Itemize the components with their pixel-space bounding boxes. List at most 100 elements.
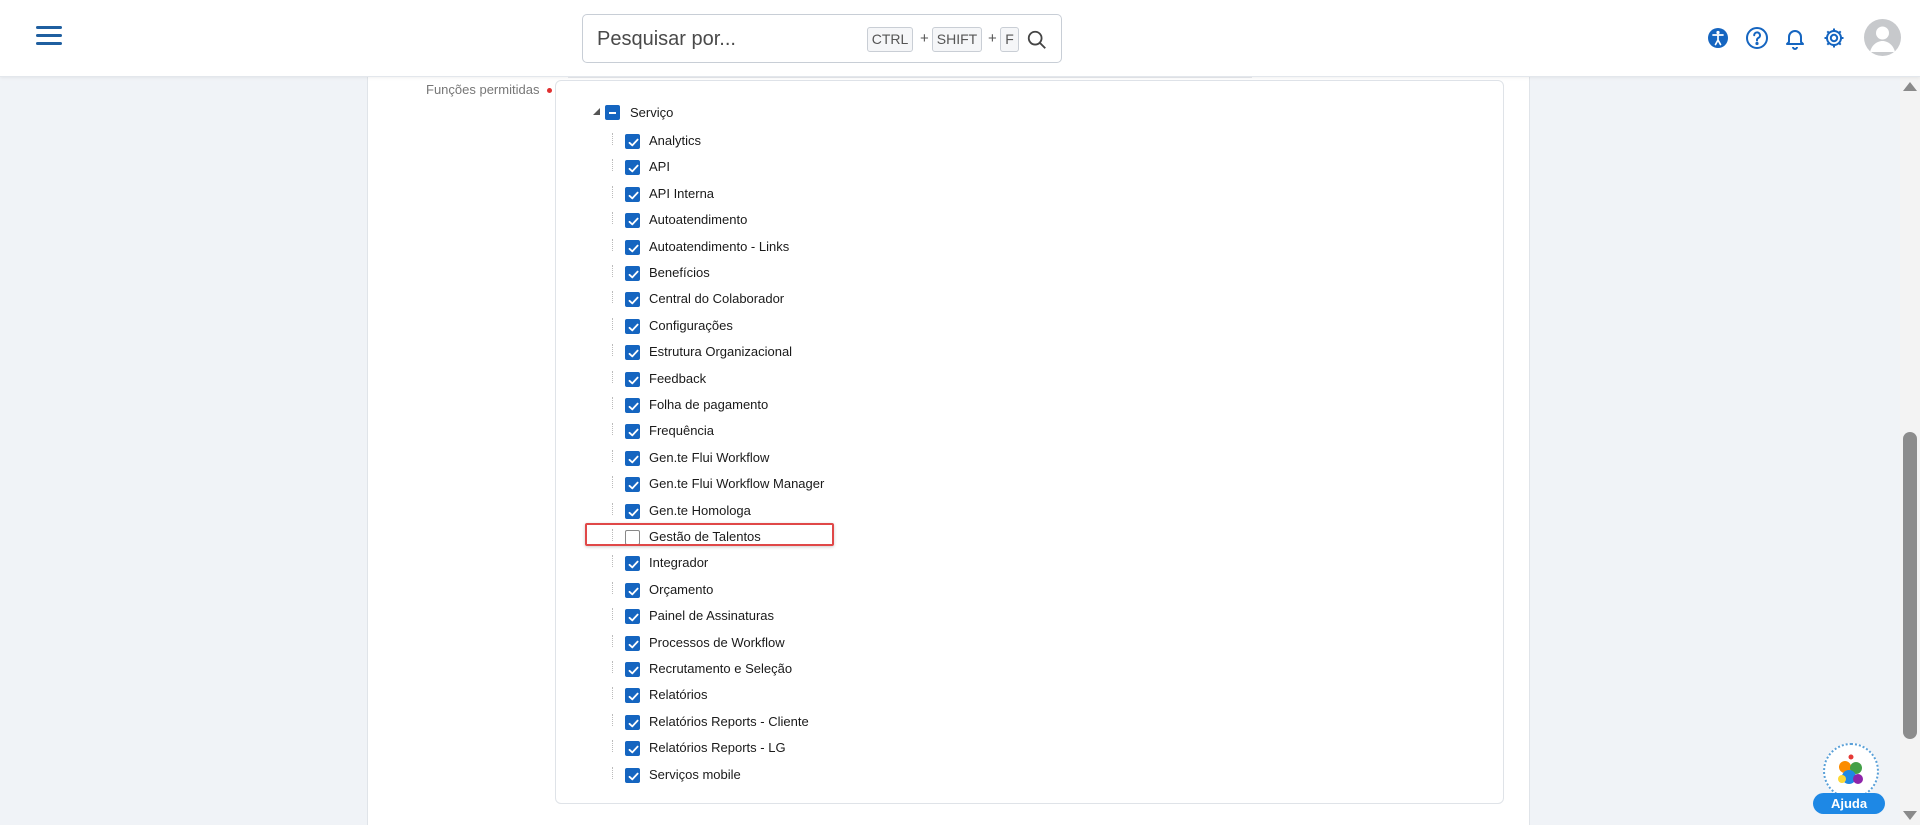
tree-item[interactable]: Analytics (612, 131, 912, 151)
tree-connector (612, 370, 616, 383)
accessibility-icon[interactable] (1706, 26, 1730, 50)
checkmark-icon (628, 508, 639, 516)
tree-item[interactable]: Autoatendimento (612, 210, 912, 230)
top-header: CTRL + SHIFT + F (0, 0, 1920, 77)
tree-item-checkbox[interactable] (625, 556, 640, 572)
tree-item-checkbox[interactable] (625, 213, 640, 229)
help-mascot-icon (1838, 754, 1863, 784)
tree-item-checkbox[interactable] (625, 266, 640, 281)
tree-connector (612, 185, 616, 198)
tree-item[interactable]: API (612, 157, 912, 177)
tree-item-checkbox[interactable] (625, 239, 640, 255)
tree-item[interactable]: Autoatendimento - Links (612, 237, 912, 257)
tree-item[interactable]: Relatórios (612, 685, 912, 705)
tree-root-label: Serviço (630, 105, 674, 120)
search-input[interactable] (597, 25, 867, 53)
tree-item[interactable]: Painel de Assinaturas (612, 606, 912, 626)
tree-item-checkbox[interactable] (625, 371, 640, 387)
tree-item-checkbox[interactable] (625, 662, 640, 677)
tree-item[interactable]: Frequência (612, 421, 912, 441)
tree-connector (612, 634, 616, 647)
tree-item-checkbox[interactable] (625, 477, 640, 493)
search-icon[interactable] (1026, 29, 1048, 51)
tree-item[interactable]: Gen.te Flui Workflow Manager (612, 474, 912, 494)
kbd-plus: + (920, 30, 929, 47)
tree-item-checkbox[interactable] (625, 134, 640, 149)
checkmark-icon (628, 719, 639, 728)
tree-item[interactable]: Benefícios (612, 263, 912, 283)
tree-item-checkbox[interactable] (625, 424, 640, 440)
help-icon[interactable] (1745, 26, 1769, 50)
tree-connector (612, 581, 616, 594)
tree-item-checkbox[interactable] (625, 767, 640, 783)
tree-item-checkbox[interactable] (625, 345, 640, 361)
tree-item[interactable]: Processos de Workflow (612, 633, 912, 653)
tree-item-checkbox[interactable] (625, 503, 640, 519)
tree-item-label: Gen.te Flui Workflow Manager (649, 476, 825, 492)
notification-bell-icon[interactable] (1783, 26, 1807, 50)
tree-connector (612, 740, 616, 753)
collapse-arrow-icon[interactable] (593, 108, 600, 115)
tree-item-label: API Interna (649, 185, 715, 201)
tree-item[interactable]: Estrutura Organizacional (612, 342, 912, 362)
tree-item-label: Analytics (649, 133, 702, 148)
checkmark-icon (628, 693, 639, 701)
tree-item[interactable]: Orçamento (612, 580, 912, 600)
tree-item-label: Autoatendimento - Links (649, 238, 790, 254)
help-widget-button[interactable]: Ajuda (1813, 740, 1889, 816)
tree-item-checkbox[interactable] (625, 398, 640, 413)
checkmark-icon (628, 587, 639, 596)
tree-connector (612, 238, 616, 251)
settings-gear-icon[interactable] (1822, 26, 1846, 50)
tree-item-label: Processos de Workflow (649, 634, 785, 650)
scroll-up-arrow-icon[interactable] (1903, 82, 1917, 91)
tree-item-label: Estrutura Organizacional (649, 344, 793, 360)
checkmark-icon (628, 165, 639, 173)
tree-item-checkbox[interactable] (625, 582, 640, 598)
tree-item-label: Relatórios (649, 687, 708, 703)
user-avatar[interactable] (1864, 19, 1901, 56)
scroll-down-arrow-icon[interactable] (1903, 811, 1917, 820)
tree-item[interactable]: Recrutamento e Seleção (612, 659, 912, 679)
tree-connector (612, 423, 616, 436)
tree-item-label: Integrador (649, 555, 709, 571)
search-bar[interactable]: CTRL + SHIFT + F (582, 14, 1062, 63)
tree-item-checkbox[interactable] (625, 635, 640, 651)
checkmark-icon (628, 481, 639, 490)
tree-item[interactable]: API Interna (612, 184, 912, 204)
kbd-plus: + (988, 30, 997, 47)
tree-item-checkbox[interactable] (625, 450, 640, 466)
tree-item[interactable]: Relatórios Reports - Cliente (612, 712, 912, 732)
tree-item-checkbox[interactable] (625, 714, 640, 730)
checkmark-icon (628, 138, 639, 147)
tree-item-checkbox[interactable] (625, 688, 640, 704)
checkmark-icon (628, 561, 639, 569)
tree-item-checkbox[interactable] (625, 609, 640, 625)
highlight-box (585, 523, 834, 546)
tree-item-checkbox[interactable] (625, 160, 640, 176)
checkmark-icon (628, 455, 639, 464)
tree-item[interactable]: Configurações (612, 316, 912, 336)
kbd-ctrl: CTRL (867, 27, 913, 52)
tree-item[interactable]: Integrador (612, 553, 912, 573)
checkmark-icon (628, 323, 639, 332)
tree-item-checkbox[interactable] (625, 186, 640, 202)
tree-item-label: Painel de Assinaturas (649, 608, 775, 624)
root-checkbox[interactable] (605, 105, 620, 120)
help-widget-label: Ajuda (1813, 793, 1885, 814)
scrollbar-thumb[interactable] (1903, 432, 1917, 739)
tree-item[interactable]: Gen.te Flui Workflow (612, 448, 912, 468)
tree-item-checkbox[interactable] (625, 292, 640, 308)
hamburger-menu-icon[interactable] (36, 26, 62, 50)
tree-item[interactable]: Feedback (612, 369, 912, 389)
tree-item-checkbox[interactable] (625, 741, 640, 757)
tree-item[interactable]: Gen.te Homologa (612, 501, 912, 521)
tree-item-checkbox[interactable] (625, 318, 640, 334)
field-label: Funções permitidas (426, 82, 540, 97)
tree-item[interactable]: Relatórios Reports - LG (612, 738, 912, 758)
tree-item[interactable]: Serviços mobile (612, 765, 912, 785)
tree-item[interactable]: Central do Colaborador (612, 289, 912, 309)
tree-item[interactable]: Folha de pagamento (612, 395, 912, 415)
tree-connector (612, 317, 616, 330)
checkmark-icon (628, 745, 639, 754)
